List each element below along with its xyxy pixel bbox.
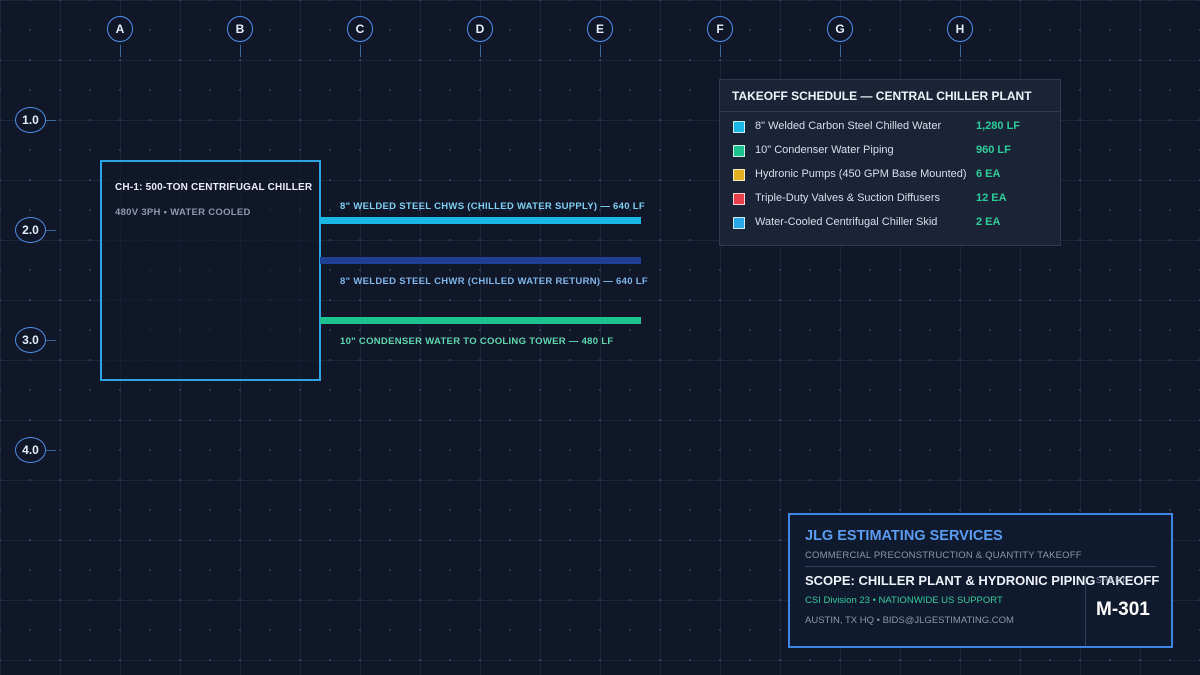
grid-row-3: 3.0 [15,327,46,353]
grid-row-4: 4.0 [15,437,46,463]
company-name: JLG ESTIMATING SERVICES [805,528,1003,544]
column-tick [840,45,841,57]
row-tick [46,230,56,231]
column-tick [600,45,601,57]
grid-column-d: D [467,16,493,42]
schedule-row[interactable]: 8" Welded Carbon Steel Chilled Water 1,2… [733,120,1060,136]
column-tick [480,45,481,57]
schedule-row[interactable]: 10" Condenser Water Piping 960 LF [733,144,1060,160]
row-tick [46,450,56,451]
grid-column-a: A [107,16,133,42]
company-tagline: COMMERCIAL PRECONSTRUCTION & QUANTITY TA… [805,550,1082,561]
pipe-chwr[interactable] [320,257,641,264]
pipe-chws[interactable] [320,217,641,224]
schedule-row[interactable]: Water-Cooled Centrifugal Chiller Skid 2 … [733,216,1060,232]
schedule-item-quantity: 1,280 LF [976,120,1021,132]
grid-column-h: H [947,16,973,42]
schedule-item-description: 8" Welded Carbon Steel Chilled Water [755,120,942,132]
pipe-condenser-label: 10" CONDENSER WATER TO COOLING TOWER — 4… [340,336,614,347]
schedule-row[interactable]: Triple-Duty Valves & Suction Diffusers 1… [733,192,1060,208]
legend-swatch [733,193,745,205]
row-tick [46,340,56,341]
schedule-item-description: Triple-Duty Valves & Suction Diffusers [755,192,941,204]
sheet-box: SHEET M-301 [1085,575,1172,646]
schedule-item-quantity: 12 EA [976,192,1007,204]
legend-swatch [733,145,745,157]
grid-column-b: B [227,16,253,42]
title-block-divider [805,566,1156,567]
column-tick [240,45,241,57]
column-tick [360,45,361,57]
chiller-unit[interactable]: CH-1: 500-TON CENTRIFUGAL CHILLER 480V 3… [100,160,321,381]
csi-division: CSI Division 23 • NATIONWIDE US SUPPORT [805,595,1003,606]
grid-column-g: G [827,16,853,42]
legend-swatch [733,121,745,133]
column-tick [720,45,721,57]
title-block: JLG ESTIMATING SERVICES COMMERCIAL PRECO… [788,513,1173,648]
schedule-item-description: Water-Cooled Centrifugal Chiller Skid [755,216,938,228]
schedule-item-quantity: 960 LF [976,144,1011,156]
contact-info[interactable]: AUSTIN, TX HQ • BIDS@JLGESTIMATING.COM [805,615,1014,626]
legend-swatch [733,169,745,181]
chiller-name: CH-1: 500-TON CENTRIFUGAL CHILLER [115,182,313,193]
schedule-item-description: Hydronic Pumps (450 GPM Base Mounted) [755,168,967,180]
sheet-label: SHEET [1096,575,1127,585]
row-tick [46,120,56,121]
pipe-condenser[interactable] [320,317,641,324]
column-tick [960,45,961,57]
schedule-item-quantity: 6 EA [976,168,1001,180]
grid-row-2: 2.0 [15,217,46,243]
schedule-item-description: 10" Condenser Water Piping [755,144,894,156]
takeoff-schedule-panel: TAKEOFF SCHEDULE — CENTRAL CHILLER PLANT… [719,79,1061,246]
column-tick [120,45,121,57]
pipe-chws-label: 8" WELDED STEEL CHWS (CHILLED WATER SUPP… [340,201,645,212]
grid-column-e: E [587,16,613,42]
grid-row-1: 1.0 [15,107,46,133]
chiller-spec: 480V 3PH • WATER COOLED [115,207,251,218]
legend-swatch [733,217,745,229]
pipe-chwr-label: 8" WELDED STEEL CHWR (CHILLED WATER RETU… [340,276,648,287]
grid-column-f: F [707,16,733,42]
schedule-item-quantity: 2 EA [976,216,1001,228]
schedule-title: TAKEOFF SCHEDULE — CENTRAL CHILLER PLANT [720,80,1060,112]
schedule-row[interactable]: Hydronic Pumps (450 GPM Base Mounted) 6 … [733,168,1060,184]
grid-column-c: C [347,16,373,42]
sheet-number: M-301 [1096,599,1150,620]
